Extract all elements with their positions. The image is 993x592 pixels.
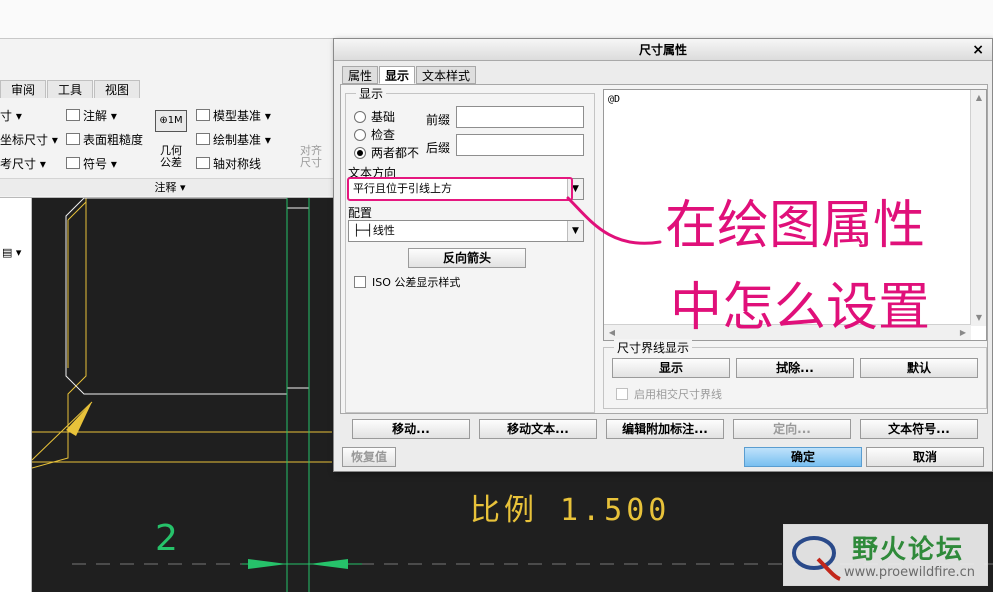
ribbon-item-gtol[interactable]: 几何 公差 [160,145,182,169]
cancel-button[interactable]: 取消 [866,447,984,467]
radio-neither-circle[interactable] [354,146,366,159]
ribbon-item-annotate[interactable]: 注解 ▾ [66,107,117,124]
radio-neither-label: 两者都不 [371,146,420,160]
watermark-url: www.proewildfire.cn [844,565,975,580]
config-label: 配置 [348,206,373,220]
reverse-arrow-button[interactable]: 反向箭头 [408,248,526,268]
suffix-input[interactable] [456,134,584,156]
tab-text-style[interactable]: 文本样式 [416,66,477,84]
ribbon-tabs: 审阅 工具 视图 [0,80,141,98]
move-button[interactable]: 移动... [352,419,470,439]
watermark-title: 野火论坛 [852,535,965,565]
suffix-label: 后缀 [426,141,451,155]
ribbon-item-surface-finish[interactable]: 表面粗糙度 [66,131,143,148]
text-symbol-button[interactable]: 文本符号... [860,419,978,439]
iso-tolerance-checkbox[interactable]: ISO 公差显示样式 [354,274,460,290]
title-strip [0,0,993,38]
extension-line-group: 尺寸界线显示 显示 拭除... 默认 启用相交尺寸界线 [603,339,987,409]
display-group: 显示 基础 检查 两者都不 前缀 后缀 文本方向 平行且位于引线上方 ▼ 配置 ├… [345,85,595,413]
dialog-title: 尺寸属性 [638,43,687,57]
radio-basic[interactable]: 基础 [354,108,395,125]
datum-icon [196,133,210,145]
forum-logo-icon [792,536,841,581]
datum-icon [196,109,210,121]
config-value: ├─┤线性 [353,224,395,237]
symbol-icon [66,157,80,169]
show-extension-button[interactable]: 显示 [612,358,730,378]
axis-icon [196,157,210,169]
left-panel: ▤ ▾ [0,198,32,592]
ok-button[interactable]: 确定 [744,447,862,467]
orient-button[interactable]: 定向... [733,419,851,439]
radio-check[interactable]: 检查 [354,126,395,143]
config-select[interactable]: ├─┤线性 ▼ [348,220,584,242]
ribbon-group-label[interactable]: 注释 ▾ [0,178,340,196]
note-icon [66,109,80,121]
annotation-line-2: 中怎么设置 [670,278,931,338]
vertical-scrollbar[interactable]: ▲ ▼ [970,90,986,326]
annotation-highlight-box [347,177,573,201]
restore-values-button[interactable]: 恢复值 [342,447,396,467]
radio-basic-label: 基础 [371,110,396,124]
annotation-stroke [566,196,662,245]
ribbon-item-draw-datum[interactable]: 绘制基准 ▾ [196,131,271,148]
erase-extension-button[interactable]: 拭除... [736,358,854,378]
forum-watermark: 野火论坛 www.proewildfire.cn [783,524,988,586]
ribbon-item-model-datum[interactable]: 模型基准 ▾ [196,107,271,124]
ribbon-item-sym-line[interactable]: 轴对称线 [196,155,261,172]
display-group-label: 显示 [356,85,387,102]
scroll-down-icon[interactable]: ▼ [972,311,986,325]
intersect-checkbox-label: 启用相交尺寸界线 [634,388,722,401]
radio-check-label: 检查 [371,128,396,142]
scroll-left-icon[interactable]: ◀ [605,326,619,340]
surface-finish-icon [66,133,80,145]
dialog-tabs: 属性 显示 文本样式 [342,66,477,84]
gtol-icon[interactable]: ⊕1M [155,110,187,132]
iso-checkbox-label: ISO 公差显示样式 [372,276,461,289]
close-icon[interactable]: × [972,39,984,61]
tab-display[interactable]: 显示 [379,66,416,84]
prefix-label: 前缀 [426,113,451,127]
ribbon-item-dim-frag[interactable]: 寸 ▾ [0,107,22,124]
intersect-checkbox-box[interactable] [616,388,628,400]
panel-dropdown-icon[interactable]: ▤ ▾ [2,246,21,259]
radio-neither[interactable]: 两者都不 [354,144,419,161]
dialog-titlebar[interactable]: 尺寸属性 × [334,39,992,61]
ribbon-item-symbol[interactable]: 符号 ▾ [66,155,117,172]
scale-label: 比例 1.500 [470,493,671,528]
iso-checkbox-box[interactable] [354,276,366,288]
default-extension-button[interactable]: 默认 [860,358,978,378]
edit-attached-note-button[interactable]: 编辑附加标注... [606,419,724,439]
dimension-value[interactable]: 2 [155,518,178,559]
extension-group-label: 尺寸界线显示 [614,339,693,356]
ribbon-item-align-dim[interactable]: 对齐 尺寸 [300,145,322,169]
move-text-button[interactable]: 移动文本... [479,419,597,439]
ribbon-item-ref-dim[interactable]: 考尺寸 ▾ [0,155,46,172]
intersect-extension-checkbox[interactable]: 启用相交尺寸界线 [616,386,722,402]
tab-review[interactable]: 审阅 [0,80,47,98]
scroll-right-icon[interactable]: ▶ [956,326,970,340]
ribbon-item-coord-dim[interactable]: 坐标尺寸 ▾ [0,131,58,148]
scroll-up-icon[interactable]: ▲ [972,91,986,105]
annotation-line-1: 在绘图属性 [665,196,926,256]
tab-view[interactable]: 视图 [94,80,141,98]
radio-check-circle[interactable] [354,128,366,141]
prefix-input[interactable] [456,106,584,128]
tab-tools[interactable]: 工具 [47,80,94,98]
radio-basic-circle[interactable] [354,110,366,123]
dimension-text-content: @D [608,94,621,105]
tab-properties[interactable]: 属性 [342,66,379,84]
